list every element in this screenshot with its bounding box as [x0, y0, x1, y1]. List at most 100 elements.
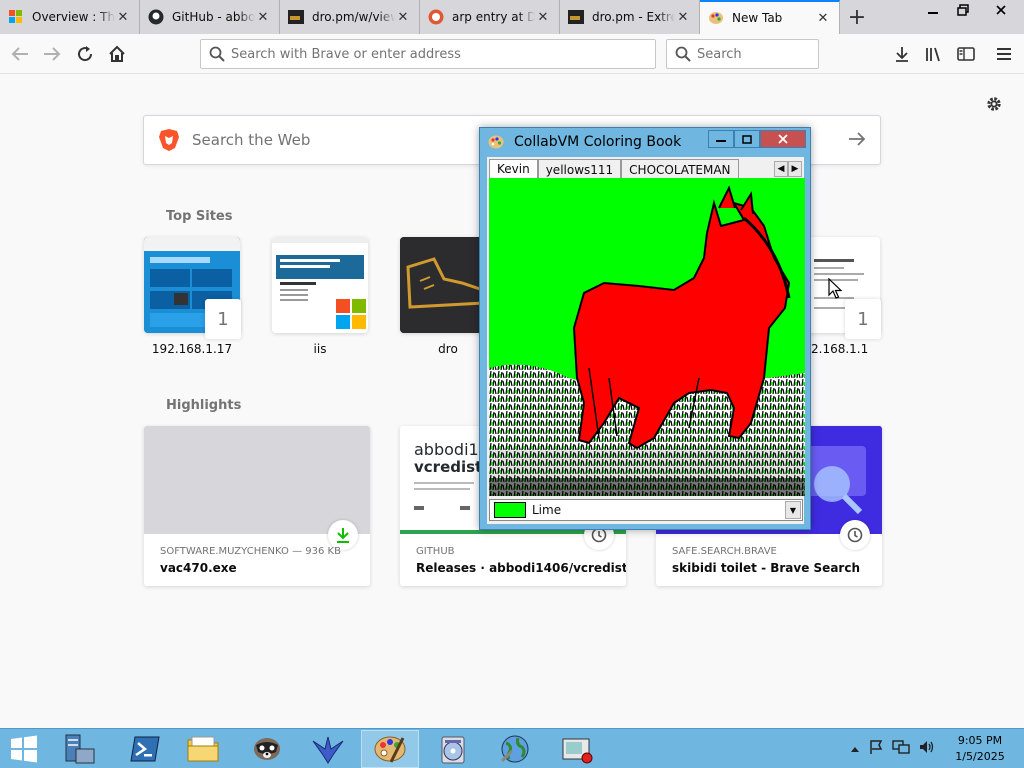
tab-dro-extreme[interactable]: dro.pm - Extre ✕	[560, 0, 700, 34]
highlight-card[interactable]: SOFTWARE.MUZYCHENKO — 936 KB vac470.exe	[144, 426, 370, 586]
folder-icon	[187, 736, 219, 762]
minimize-icon	[716, 140, 726, 142]
taskbar-globe-app[interactable]	[486, 730, 544, 768]
clock-date: 1/5/2025	[955, 750, 1005, 763]
tab-github[interactable]: GitHub - abbo ✕	[140, 0, 280, 34]
tab-title: New Tab	[732, 11, 783, 25]
taskbar-video-app[interactable]	[548, 730, 606, 768]
window-client-area: Kevin yellows111 CHOCOLATEMAN ◀ ▶ Lime ▼	[487, 157, 805, 524]
tab-strip: Overview : The ✕ GitHub - abbo ✕ dro.pm/…	[0, 0, 1024, 34]
clock-icon	[840, 520, 870, 550]
restore-button[interactable]	[948, 0, 978, 20]
tab-title: Overview : The	[32, 10, 115, 24]
back-button[interactable]	[6, 40, 34, 68]
taskbar-powershell[interactable]	[116, 730, 174, 768]
color-dropdown[interactable]: Lime ▼	[489, 499, 803, 521]
collabvm-window[interactable]: CollabVM Coloring Book Kevin yellows111 …	[479, 127, 811, 530]
taskbar-coloring-book[interactable]	[361, 730, 419, 768]
volume-button[interactable]	[918, 739, 936, 759]
taskbar-media-app[interactable]	[424, 730, 482, 768]
downloads-button[interactable]	[888, 40, 916, 68]
close-icon[interactable]: ✕	[675, 9, 691, 25]
minimize-button[interactable]	[708, 130, 734, 148]
action-center-button[interactable]	[868, 739, 884, 759]
minimize-button[interactable]	[918, 0, 948, 20]
color-swatch	[494, 502, 526, 518]
close-icon[interactable]: ✕	[395, 9, 411, 25]
github-icon	[148, 9, 164, 25]
tile-badge: 1	[205, 299, 241, 339]
card-source: SAFE.SEARCH.BRAVE	[672, 546, 777, 557]
reload-icon	[78, 46, 93, 62]
close-icon[interactable]: ✕	[255, 9, 271, 25]
sidebar-icon	[957, 47, 975, 61]
taskbar: 9:05 PM 1/5/2025	[0, 728, 1024, 768]
tab-duckduckgo[interactable]: arp entry at Du ✕	[420, 0, 560, 34]
dro-favicon-icon	[568, 9, 584, 25]
new-tab-button[interactable]: +	[840, 0, 874, 34]
server-manager-icon	[65, 734, 95, 764]
window-title: CollabVM Coloring Book	[514, 134, 682, 150]
brave-lion-icon	[159, 129, 179, 151]
tab-title: GitHub - abbo	[172, 10, 255, 24]
search-placeholder: Search	[697, 46, 742, 62]
cd-player-icon	[441, 736, 465, 764]
taskbar-bird-app[interactable]	[299, 730, 357, 768]
taskbar-clock[interactable]: 9:05 PM 1/5/2025	[955, 733, 1005, 765]
dropdown-arrow-button[interactable]: ▼	[785, 501, 801, 519]
network-button[interactable]	[892, 739, 910, 759]
user-tab[interactable]: CHOCOLATEMAN	[621, 159, 739, 179]
site-thumbnail	[272, 237, 368, 333]
reload-button[interactable]	[71, 40, 99, 68]
taskbar-server-manager[interactable]	[50, 730, 108, 768]
top-site-label: iis	[313, 342, 327, 356]
taskbar-raccoon-app[interactable]	[238, 730, 296, 768]
tile-badge: 1	[845, 299, 881, 339]
nav-toolbar: Search with Brave or enter address Searc…	[0, 34, 1024, 74]
tab-title: arp entry at Du	[452, 10, 535, 24]
start-button[interactable]	[0, 730, 48, 768]
tab-overview[interactable]: Overview : The ✕	[0, 0, 140, 34]
system-tray	[850, 729, 936, 768]
url-bar[interactable]: Search with Brave or enter address	[200, 39, 656, 69]
windows-logo-icon	[8, 9, 24, 25]
tab-scroll-left-button[interactable]: ◀	[774, 161, 788, 177]
network-icon	[892, 740, 910, 754]
tray-expand-button[interactable]	[850, 742, 860, 757]
library-icon	[926, 47, 940, 62]
tab-scroll-right-button[interactable]: ▶	[788, 161, 802, 177]
top-sites-heading: Top Sites	[166, 209, 233, 224]
tab-title: dro.pm/w/view	[312, 10, 395, 24]
window-close-button[interactable]	[978, 0, 1024, 20]
search-go-button[interactable]	[848, 128, 866, 152]
menu-button[interactable]	[990, 40, 1018, 68]
window-controls	[708, 130, 806, 148]
library-button[interactable]	[920, 40, 948, 68]
forward-button[interactable]	[38, 40, 66, 68]
close-icon	[996, 5, 1006, 15]
close-icon[interactable]: ✕	[815, 10, 831, 26]
search-bar[interactable]: Search	[666, 39, 819, 69]
user-tab[interactable]: Kevin	[489, 159, 538, 179]
sidebar-button[interactable]	[952, 40, 980, 68]
close-icon[interactable]: ✕	[115, 9, 131, 25]
maximize-button[interactable]	[734, 130, 760, 148]
home-icon	[109, 45, 125, 62]
duckduckgo-icon	[428, 9, 444, 25]
coloring-canvas[interactable]	[489, 178, 805, 496]
home-button[interactable]	[103, 40, 131, 68]
window-close-button[interactable]	[760, 130, 806, 148]
tab-new-tab[interactable]: New Tab ✕	[700, 0, 840, 34]
selected-color-name: Lime	[532, 503, 562, 517]
search-icon	[209, 46, 225, 62]
web-search-placeholder: Search the Web	[192, 131, 311, 149]
top-site-tile[interactable]	[272, 237, 368, 333]
user-tab[interactable]: yellows111	[537, 159, 622, 179]
tab-dro-view[interactable]: dro.pm/w/view ✕	[280, 0, 420, 34]
close-icon[interactable]: ✕	[535, 9, 551, 25]
chevron-up-icon	[851, 746, 859, 752]
search-icon	[675, 46, 691, 62]
back-arrow-icon	[11, 47, 28, 61]
customize-button[interactable]	[984, 94, 1004, 114]
taskbar-file-explorer[interactable]	[174, 730, 232, 768]
